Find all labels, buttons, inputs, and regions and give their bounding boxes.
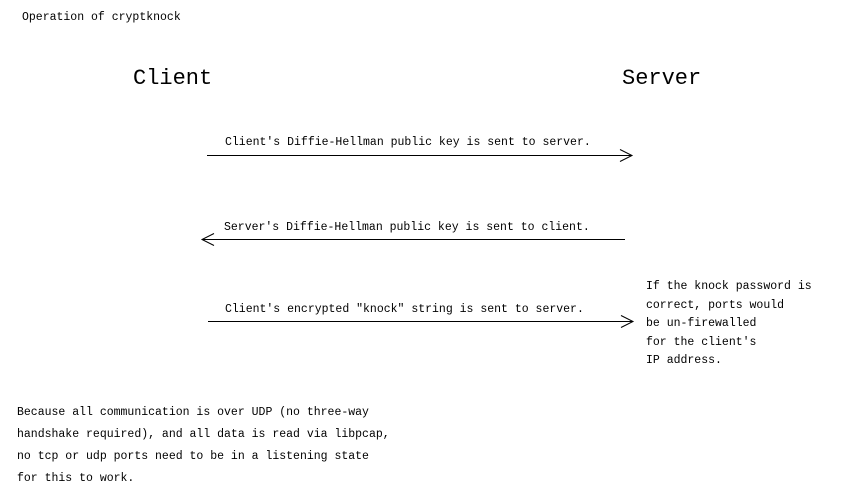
footer-note: Because all communication is over UDP (n… bbox=[17, 406, 390, 494]
server-note: If the knock password is correct, ports … bbox=[646, 280, 812, 373]
footer-note-line: no tcp or udp ports need to be in a list… bbox=[17, 450, 369, 463]
server-note-line: be un-firewalled bbox=[646, 317, 757, 330]
footer-note-line: Because all communication is over UDP (n… bbox=[17, 406, 369, 419]
message-1-arrow bbox=[207, 149, 634, 162]
message-2-label: Server's Diffie-Hellman public key is se… bbox=[224, 221, 590, 234]
server-note-line: IP address. bbox=[646, 354, 722, 367]
message-3-label: Client's encrypted "knock" string is sen… bbox=[225, 303, 584, 316]
footer-note-line: handshake required), and all data is rea… bbox=[17, 428, 390, 441]
message-2-arrow bbox=[200, 233, 625, 246]
message-3-arrow bbox=[208, 315, 635, 328]
server-note-line: for the client's bbox=[646, 335, 757, 349]
diagram-title: Operation of cryptknock bbox=[22, 11, 181, 24]
server-note-line: correct, ports would bbox=[646, 298, 785, 312]
message-1-label: Client's Diffie-Hellman public key is se… bbox=[225, 136, 591, 149]
client-actor-label: Client bbox=[133, 66, 213, 91]
server-note-line: If the knock password is bbox=[646, 280, 812, 293]
footer-note-line: for this to work. bbox=[17, 472, 135, 485]
server-actor-label: Server bbox=[622, 66, 702, 91]
